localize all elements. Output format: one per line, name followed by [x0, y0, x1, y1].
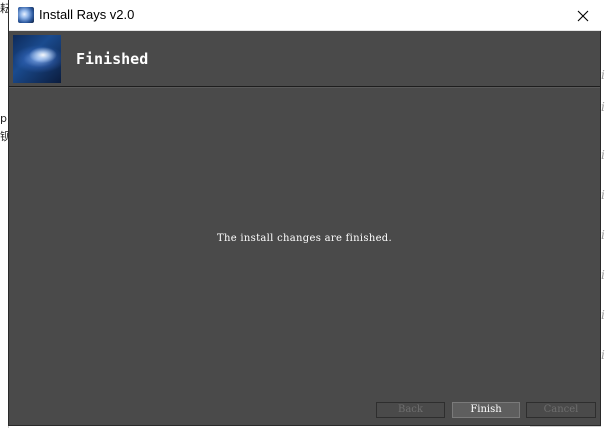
installer-dialog: Install Rays v2.0 Finished The install c…	[8, 0, 602, 426]
background-text-fragment: i	[601, 100, 605, 114]
background-text-fragment: i	[601, 308, 605, 322]
background-text-fragment: p	[0, 112, 7, 125]
page-title: Finished	[76, 50, 149, 68]
cancel-button[interactable]: Cancel	[526, 402, 596, 418]
header-banner: Finished	[9, 31, 600, 87]
background-text-fragment: i	[601, 68, 605, 82]
background-text-fragment: i	[601, 228, 605, 242]
close-button[interactable]	[564, 0, 602, 31]
rays-banner-image	[13, 35, 61, 83]
background-divider	[530, 426, 601, 427]
background-text-fragment: i	[601, 348, 605, 362]
background-text-fragment: i	[601, 188, 605, 202]
title-bar[interactable]: Install Rays v2.0	[9, 0, 602, 31]
finish-button[interactable]: Finish	[452, 402, 520, 418]
window-title: Install Rays v2.0	[39, 7, 135, 22]
back-button[interactable]: Back	[376, 402, 445, 418]
background-bottom-edge	[0, 428, 611, 436]
app-icon	[18, 7, 34, 23]
background-window-edge-right	[601, 0, 611, 436]
close-icon	[577, 10, 589, 21]
content-area: The install changes are finished.	[9, 88, 600, 400]
desktop-background: 耘 p 钡 i i i i i i i i Install Rays v2.0 …	[0, 0, 611, 436]
background-text-fragment: i	[601, 148, 605, 162]
background-text-fragment: i	[601, 268, 605, 282]
finished-message: The install changes are finished.	[217, 233, 392, 244]
